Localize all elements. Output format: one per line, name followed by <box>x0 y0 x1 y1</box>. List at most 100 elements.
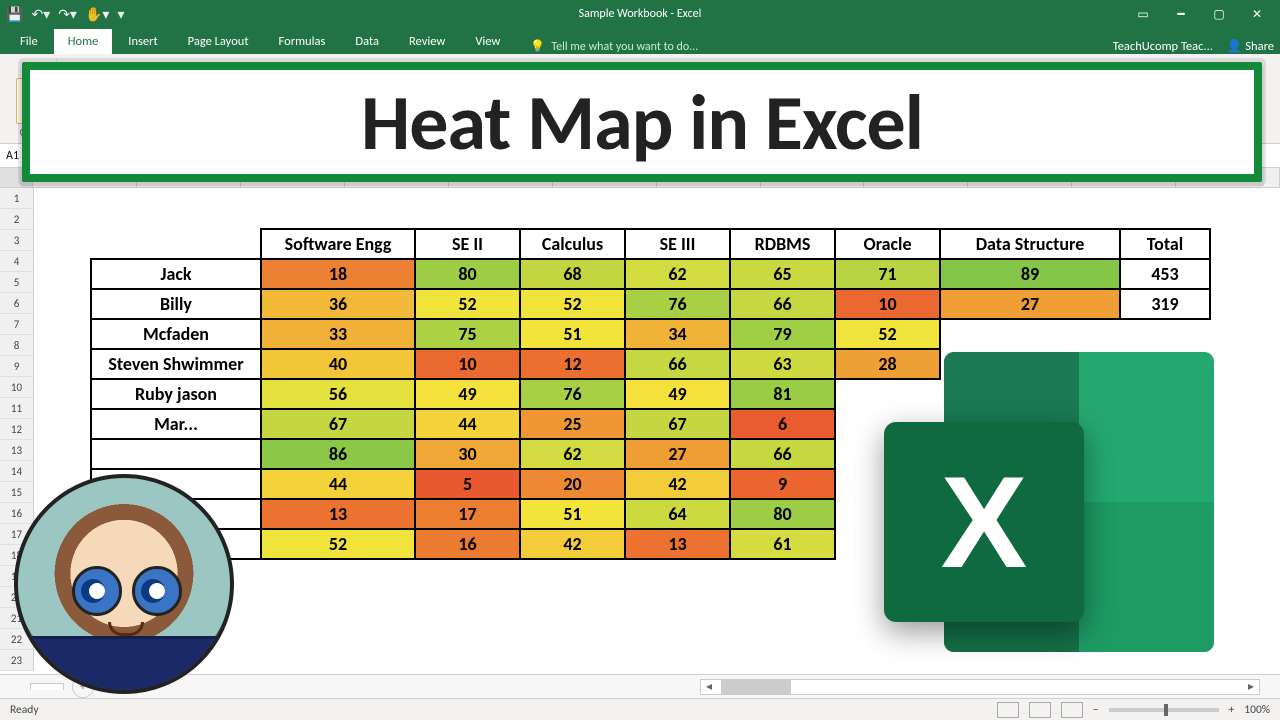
heatmap-cell[interactable]: 27 <box>625 439 730 469</box>
heatmap-cell[interactable]: 27 <box>940 289 1120 319</box>
scroll-thumb[interactable] <box>721 680 791 694</box>
heatmap-cell[interactable]: 17 <box>415 499 520 529</box>
heatmap-cell[interactable]: 52 <box>415 289 520 319</box>
heatmap-col-header[interactable]: Calculus <box>520 229 625 259</box>
heatmap-cell[interactable]: 66 <box>625 349 730 379</box>
heatmap-cell[interactable]: 30 <box>415 439 520 469</box>
row-header[interactable]: 7 <box>0 314 34 335</box>
tab-page-layout[interactable]: Page Layout <box>174 29 263 54</box>
heatmap-cell[interactable]: 6 <box>730 409 835 439</box>
row-header[interactable]: 2 <box>0 209 34 230</box>
heatmap-total-cell[interactable] <box>1120 319 1210 349</box>
zoom-slider[interactable] <box>1109 708 1219 712</box>
heatmap-cell[interactable]: 13 <box>625 529 730 559</box>
zoom-out-button[interactable]: − <box>1093 703 1099 717</box>
heatmap-row-label[interactable]: Mar... <box>91 409 261 439</box>
heatmap-cell[interactable]: 61 <box>730 529 835 559</box>
tab-view[interactable]: View <box>461 29 514 54</box>
share-button[interactable]: 👤 Share <box>1227 39 1274 54</box>
heatmap-cell[interactable]: 10 <box>835 289 940 319</box>
heatmap-cell[interactable]: 42 <box>520 529 625 559</box>
row-header[interactable]: 8 <box>0 335 34 356</box>
view-break-button[interactable] <box>1061 702 1083 718</box>
heatmap-cell[interactable]: 44 <box>415 409 520 439</box>
heatmap-cell[interactable]: 65 <box>730 259 835 289</box>
heatmap-cell[interactable]: 40 <box>261 349 415 379</box>
heatmap-cell[interactable]: 42 <box>625 469 730 499</box>
heatmap-cell[interactable]: 49 <box>415 379 520 409</box>
save-icon[interactable]: 💾 <box>6 6 23 23</box>
heatmap-cell[interactable]: 52 <box>261 529 415 559</box>
heatmap-row-label[interactable]: Jack <box>91 259 261 289</box>
row-header[interactable]: 13 <box>0 440 34 461</box>
heatmap-cell[interactable]: 16 <box>415 529 520 559</box>
heatmap-cell[interactable]: 56 <box>261 379 415 409</box>
heatmap-total-header[interactable]: Total <box>1120 229 1210 259</box>
heatmap-cell[interactable]: 80 <box>415 259 520 289</box>
tab-review[interactable]: Review <box>395 29 459 54</box>
row-header[interactable]: 5 <box>0 272 34 293</box>
heatmap-cell[interactable]: 20 <box>520 469 625 499</box>
row-header[interactable]: 11 <box>0 398 34 419</box>
heatmap-total-cell[interactable]: 319 <box>1120 289 1210 319</box>
qat-more-icon[interactable]: ▾ <box>117 6 124 23</box>
row-header[interactable]: 1 <box>0 188 34 209</box>
row-header[interactable]: 15 <box>0 482 34 503</box>
heatmap-cell[interactable]: 80 <box>730 499 835 529</box>
heatmap-cell[interactable]: 5 <box>415 469 520 499</box>
heatmap-cell[interactable]: 44 <box>261 469 415 499</box>
row-header[interactable]: 14 <box>0 461 34 482</box>
heatmap-cell[interactable]: 67 <box>261 409 415 439</box>
heatmap-cell[interactable]: 34 <box>625 319 730 349</box>
row-header[interactable]: 16 <box>0 503 34 524</box>
row-header[interactable]: 10 <box>0 377 34 398</box>
heatmap-cell[interactable]: 89 <box>940 259 1120 289</box>
heatmap-row-label[interactable]: Ruby jason <box>91 379 261 409</box>
tell-me-search[interactable]: 💡 Tell me what you want to do... <box>530 39 698 54</box>
ribbon-options-icon[interactable]: ▭ <box>1126 0 1160 28</box>
heatmap-col-header[interactable]: Oracle <box>835 229 940 259</box>
heatmap-cell[interactable]: 76 <box>520 379 625 409</box>
redo-icon[interactable]: ↷▾ <box>58 6 77 23</box>
heatmap-cell[interactable]: 49 <box>625 379 730 409</box>
heatmap-cell[interactable]: 81 <box>730 379 835 409</box>
heatmap-cell[interactable] <box>940 319 1120 349</box>
tab-data[interactable]: Data <box>341 29 393 54</box>
heatmap-cell[interactable]: 52 <box>520 289 625 319</box>
heatmap-row-label[interactable] <box>91 439 261 469</box>
heatmap-cell[interactable]: 25 <box>520 409 625 439</box>
heatmap-cell[interactable]: 66 <box>730 439 835 469</box>
heatmap-cell[interactable]: 67 <box>625 409 730 439</box>
heatmap-cell[interactable]: 10 <box>415 349 520 379</box>
heatmap-cell[interactable]: 66 <box>730 289 835 319</box>
heatmap-cell[interactable]: 75 <box>415 319 520 349</box>
heatmap-cell[interactable]: 52 <box>835 319 940 349</box>
tab-home[interactable]: Home <box>54 29 113 54</box>
heatmap-cell[interactable]: 79 <box>730 319 835 349</box>
view-layout-button[interactable] <box>1029 702 1051 718</box>
touch-mode-icon[interactable]: ✋▾ <box>85 6 109 23</box>
undo-icon[interactable]: ↶▾ <box>31 6 50 23</box>
horizontal-scrollbar[interactable]: ◂ ▸ <box>700 679 1260 695</box>
heatmap-cell[interactable]: 51 <box>520 499 625 529</box>
heatmap-cell[interactable]: 33 <box>261 319 415 349</box>
heatmap-cell[interactable]: 62 <box>520 439 625 469</box>
view-normal-button[interactable] <box>997 702 1019 718</box>
heatmap-cell[interactable]: 86 <box>261 439 415 469</box>
row-header[interactable]: 9 <box>0 356 34 377</box>
zoom-in-button[interactable]: + <box>1229 703 1235 717</box>
heatmap-row-label[interactable]: Steven Shwimmer <box>91 349 261 379</box>
minimize-button[interactable]: ━ <box>1164 0 1198 28</box>
heatmap-cell[interactable]: 18 <box>261 259 415 289</box>
heatmap-cell[interactable]: 12 <box>520 349 625 379</box>
maximize-button[interactable]: ▢ <box>1202 0 1236 28</box>
close-button[interactable]: ✕ <box>1240 0 1274 28</box>
row-header[interactable]: 3 <box>0 230 34 251</box>
heatmap-col-header[interactable]: Software Engg <box>261 229 415 259</box>
tab-file[interactable]: File <box>6 29 52 54</box>
zoom-level[interactable]: 100% <box>1244 703 1270 717</box>
tab-formulas[interactable]: Formulas <box>265 29 340 54</box>
heatmap-col-header[interactable]: RDBMS <box>730 229 835 259</box>
heatmap-cell[interactable]: 63 <box>730 349 835 379</box>
heatmap-cell[interactable]: 62 <box>625 259 730 289</box>
